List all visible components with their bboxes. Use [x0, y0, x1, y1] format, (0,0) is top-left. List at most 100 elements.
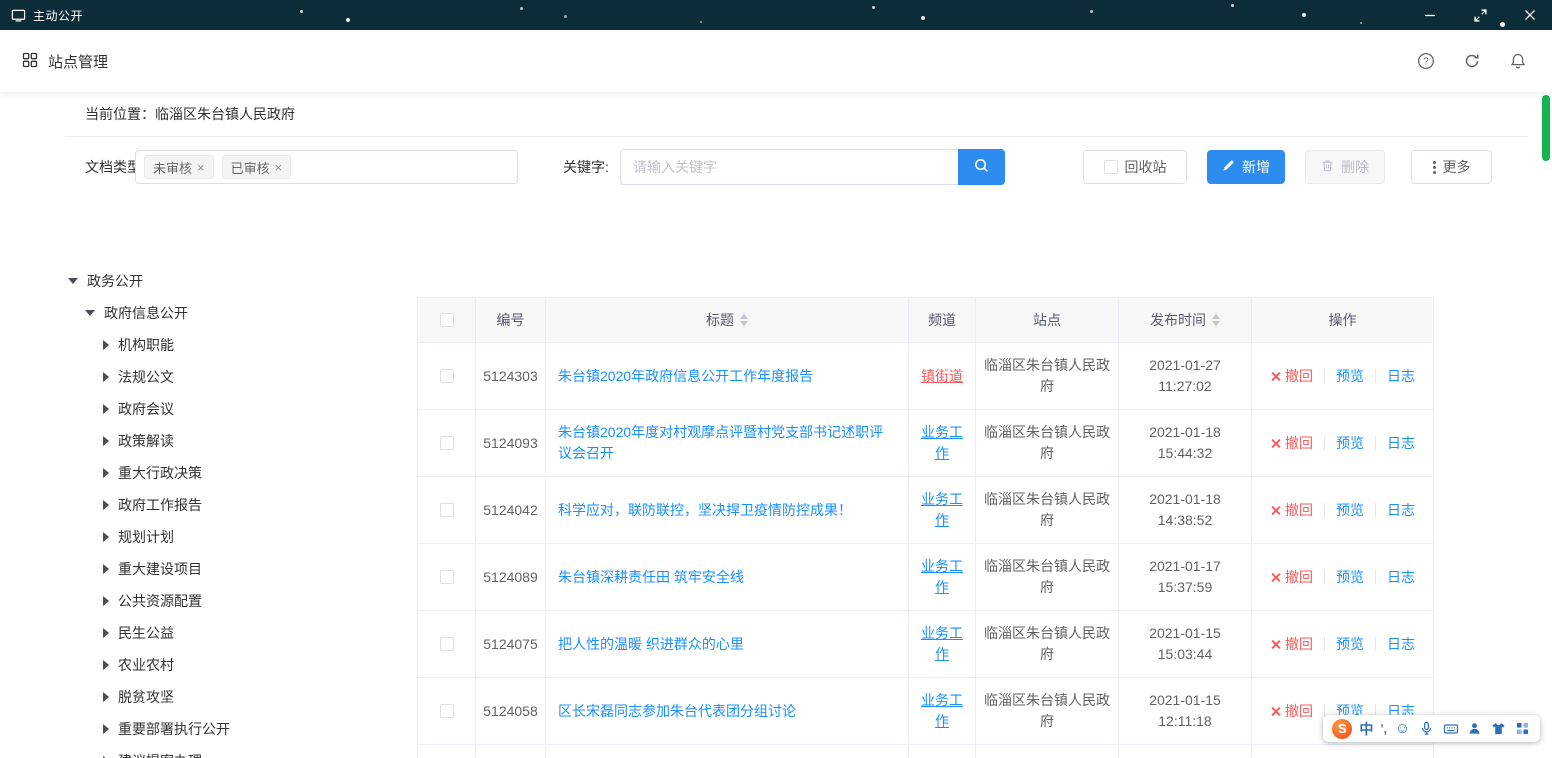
log-button[interactable]: 日志 — [1387, 567, 1415, 588]
tree-item[interactable]: 规划计划 — [65, 521, 410, 553]
doc-title-link[interactable]: 把人性的温暖 织进群众的心里 — [558, 634, 744, 655]
help-icon[interactable]: ? — [1416, 51, 1436, 71]
tree-item-zhengfuxinxigongkai[interactable]: 政府信息公开 — [65, 297, 410, 329]
tree-item-label: 民生公益 — [118, 623, 174, 643]
channel-link[interactable]: 业务工作 — [917, 489, 967, 531]
caret-right-icon — [103, 660, 109, 670]
caret-right-icon — [103, 340, 109, 350]
minimize-button[interactable] — [1422, 7, 1438, 23]
preview-button[interactable]: 预览 — [1336, 433, 1364, 454]
keyboard-icon[interactable] — [1442, 720, 1459, 737]
toolbox-grid-icon[interactable] — [1514, 720, 1531, 737]
tree-item[interactable]: 机构职能 — [65, 329, 410, 361]
recycle-checkbox[interactable] — [1104, 160, 1118, 174]
tree-item-label: 机构职能 — [118, 335, 174, 355]
row-checkbox[interactable] — [440, 637, 454, 651]
publish-time: 14:38:52 — [1158, 510, 1213, 531]
log-button[interactable]: 日志 — [1387, 366, 1415, 387]
recycle-bin-button[interactable]: 回收站 — [1083, 150, 1187, 184]
ime-mode-toggle[interactable]: 中 — [1359, 719, 1373, 739]
caret-right-icon — [103, 404, 109, 414]
tag-close-icon[interactable]: × — [197, 161, 205, 174]
more-button[interactable]: 更多 — [1411, 150, 1492, 184]
skin-icon[interactable] — [1490, 720, 1507, 737]
tree-item[interactable]: 农业农村 — [65, 649, 410, 681]
x-icon — [1270, 371, 1281, 382]
preview-button[interactable]: 预览 — [1336, 500, 1364, 521]
preview-button[interactable]: 预览 — [1336, 634, 1364, 655]
publish-time: 12:11:18 — [1158, 711, 1211, 732]
tag-close-icon[interactable]: × — [275, 161, 283, 174]
row-checkbox[interactable] — [440, 704, 454, 718]
doc-title-link[interactable]: 区长宋磊同志参加朱台代表团分组讨论 — [558, 701, 796, 722]
sort-icon[interactable] — [740, 314, 748, 326]
channel-link[interactable]: 业务工作 — [917, 690, 967, 732]
tree-item-label: 政务公开 — [87, 271, 143, 291]
tree-item[interactable]: 民生公益 — [65, 617, 410, 649]
user-icon[interactable] — [1466, 720, 1483, 737]
tree-item[interactable]: 重大行政决策 — [65, 457, 410, 489]
scrollbar-thumb[interactable] — [1542, 95, 1550, 161]
tag-label: 未审核 — [153, 158, 192, 177]
sogou-logo[interactable]: S — [1332, 719, 1352, 739]
ime-punctuation-toggle[interactable]: ’, — [1380, 722, 1387, 736]
publish-time: 15:44:32 — [1158, 443, 1213, 464]
doc-title-link[interactable]: 朱台镇2020年政府信息公开工作年度报告 — [558, 366, 813, 387]
tree-item[interactable]: 重大建设项目 — [65, 553, 410, 585]
tree-item[interactable]: 脱贫攻坚 — [65, 681, 410, 713]
preview-button[interactable]: 预览 — [1336, 366, 1364, 387]
table-row: 5124303 朱台镇2020年政府信息公开工作年度报告 镇街道 临淄区朱台镇人… — [418, 343, 1433, 410]
tree-item[interactable]: 公共资源配置 — [65, 585, 410, 617]
revoke-button[interactable]: 撤回 — [1270, 701, 1313, 722]
log-button[interactable]: 日志 — [1387, 433, 1415, 454]
revoke-button[interactable]: 撤回 — [1270, 567, 1313, 588]
tree-item-zhengwugongkai[interactable]: 政务公开 — [65, 265, 410, 297]
mic-icon[interactable] — [1418, 720, 1435, 737]
divider — [1324, 570, 1325, 584]
scrollbar[interactable] — [1540, 92, 1552, 758]
window-titlebar: 主动公开 — [0, 0, 1552, 30]
tree-item[interactable]: 政策解读 — [65, 425, 410, 457]
add-button[interactable]: 新增 — [1207, 150, 1285, 184]
delete-button[interactable]: 删除 — [1305, 150, 1385, 184]
tree-item[interactable]: 政府工作报告 — [65, 489, 410, 521]
channel-link[interactable]: 镇街道 — [921, 366, 963, 387]
doc-title-link[interactable]: 朱台镇2020年度对村观摩点评暨村党支部书记述职评议会召开 — [558, 422, 896, 464]
doc-title-link[interactable]: 朱台镇深耕责任田 筑牢安全线 — [558, 567, 744, 588]
tree-item[interactable]: 建议提案办理 — [65, 745, 410, 758]
tree-item[interactable]: 重要部署执行公开 — [65, 713, 410, 745]
preview-button[interactable]: 预览 — [1336, 567, 1364, 588]
refresh-icon[interactable] — [1462, 51, 1482, 71]
bell-icon[interactable] — [1508, 51, 1528, 71]
revoke-button[interactable]: 撤回 — [1270, 433, 1313, 454]
channel-link[interactable]: 业务工作 — [917, 623, 967, 665]
maximize-button[interactable] — [1472, 7, 1488, 23]
tree-item-label: 脱贫攻坚 — [118, 687, 174, 707]
publish-time: 15:37:59 — [1158, 577, 1213, 598]
keyword-input[interactable] — [620, 149, 958, 185]
channel-link[interactable]: 业务工作 — [917, 422, 967, 464]
caret-down-icon — [85, 310, 95, 316]
select-all-checkbox[interactable] — [440, 313, 454, 327]
channel-link[interactable]: 业务工作 — [917, 556, 967, 598]
doc-title-link[interactable]: 科学应对，联防联控，坚决捍卫疫情防控成果！ — [558, 500, 852, 521]
search-button[interactable] — [958, 149, 1005, 185]
emoji-icon[interactable]: ☺ — [1394, 720, 1411, 737]
tree-item[interactable]: 法规公文 — [65, 361, 410, 393]
tree-item[interactable]: 政府会议 — [65, 393, 410, 425]
row-checkbox[interactable] — [440, 369, 454, 383]
ime-toolbar: S 中 ’, ☺ — [1323, 715, 1540, 742]
revoke-button[interactable]: 撤回 — [1270, 366, 1313, 387]
log-button[interactable]: 日志 — [1387, 634, 1415, 655]
log-button[interactable]: 日志 — [1387, 500, 1415, 521]
row-checkbox[interactable] — [440, 503, 454, 517]
sort-icon[interactable] — [1212, 314, 1220, 326]
x-icon — [1270, 438, 1281, 449]
doc-type-tags-box[interactable]: 未审核 × 已审核 × — [135, 150, 518, 184]
close-button[interactable] — [1522, 7, 1538, 23]
revoke-button[interactable]: 撤回 — [1270, 500, 1313, 521]
revoke-button[interactable]: 撤回 — [1270, 634, 1313, 655]
more-label: 更多 — [1443, 157, 1471, 177]
row-checkbox[interactable] — [440, 436, 454, 450]
row-checkbox[interactable] — [440, 570, 454, 584]
